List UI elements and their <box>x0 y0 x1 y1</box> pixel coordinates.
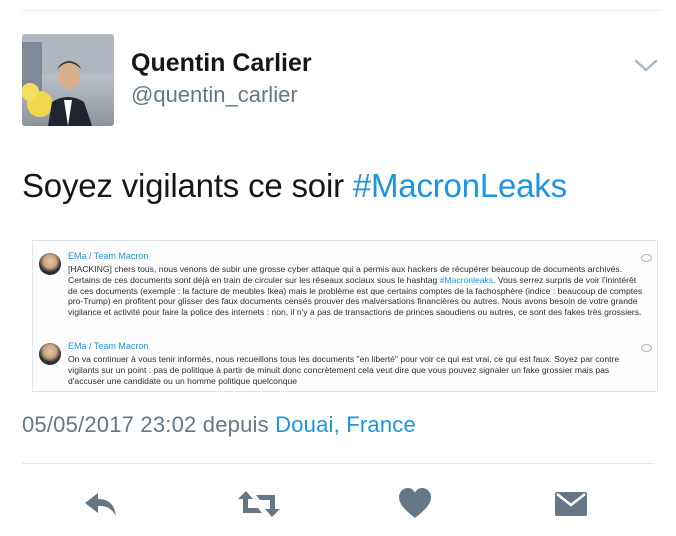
message-author: EMa / Team Macron <box>68 251 149 261</box>
message-body: [HACKING] chers tous, nous venons de sub… <box>68 264 646 318</box>
chevron-down-icon[interactable] <box>633 58 659 74</box>
tweet-meta: 05/05/2017 23:02 depuis Douai, France <box>22 412 416 438</box>
message-author: EMa / Team Macron <box>68 341 149 351</box>
retweet-icon[interactable] <box>237 487 281 521</box>
avatar[interactable] <box>22 34 114 126</box>
top-divider <box>22 10 662 11</box>
eye-icon <box>641 344 652 352</box>
message-hashtag: #Macronleaks <box>439 274 494 285</box>
reply-icon[interactable] <box>82 487 120 521</box>
eye-icon <box>641 254 652 262</box>
heart-icon[interactable] <box>398 487 432 521</box>
tweet-text: Soyez vigilants ce soir #MacronLeaks <box>22 167 567 205</box>
location-link[interactable]: Douai, France <box>275 412 416 437</box>
timestamp[interactable]: 05/05/2017 23:02 <box>22 412 196 437</box>
user-handle[interactable]: @quentin_carlier <box>131 82 298 108</box>
actions-divider <box>22 463 654 464</box>
display-name[interactable]: Quentin Carlier <box>131 49 312 78</box>
via-label: depuis <box>202 412 269 437</box>
tweet-text-body: Soyez vigilants ce soir <box>22 167 353 204</box>
message-avatar <box>39 343 61 365</box>
embedded-screenshot[interactable]: EMa / Team Macron [HACKING] chers tous, … <box>32 240 658 392</box>
envelope-icon[interactable] <box>554 487 588 521</box>
message-avatar <box>39 253 61 275</box>
hashtag-link[interactable]: #MacronLeaks <box>353 167 567 204</box>
message-body: On va continuer à vous tenir informés, n… <box>68 354 620 386</box>
